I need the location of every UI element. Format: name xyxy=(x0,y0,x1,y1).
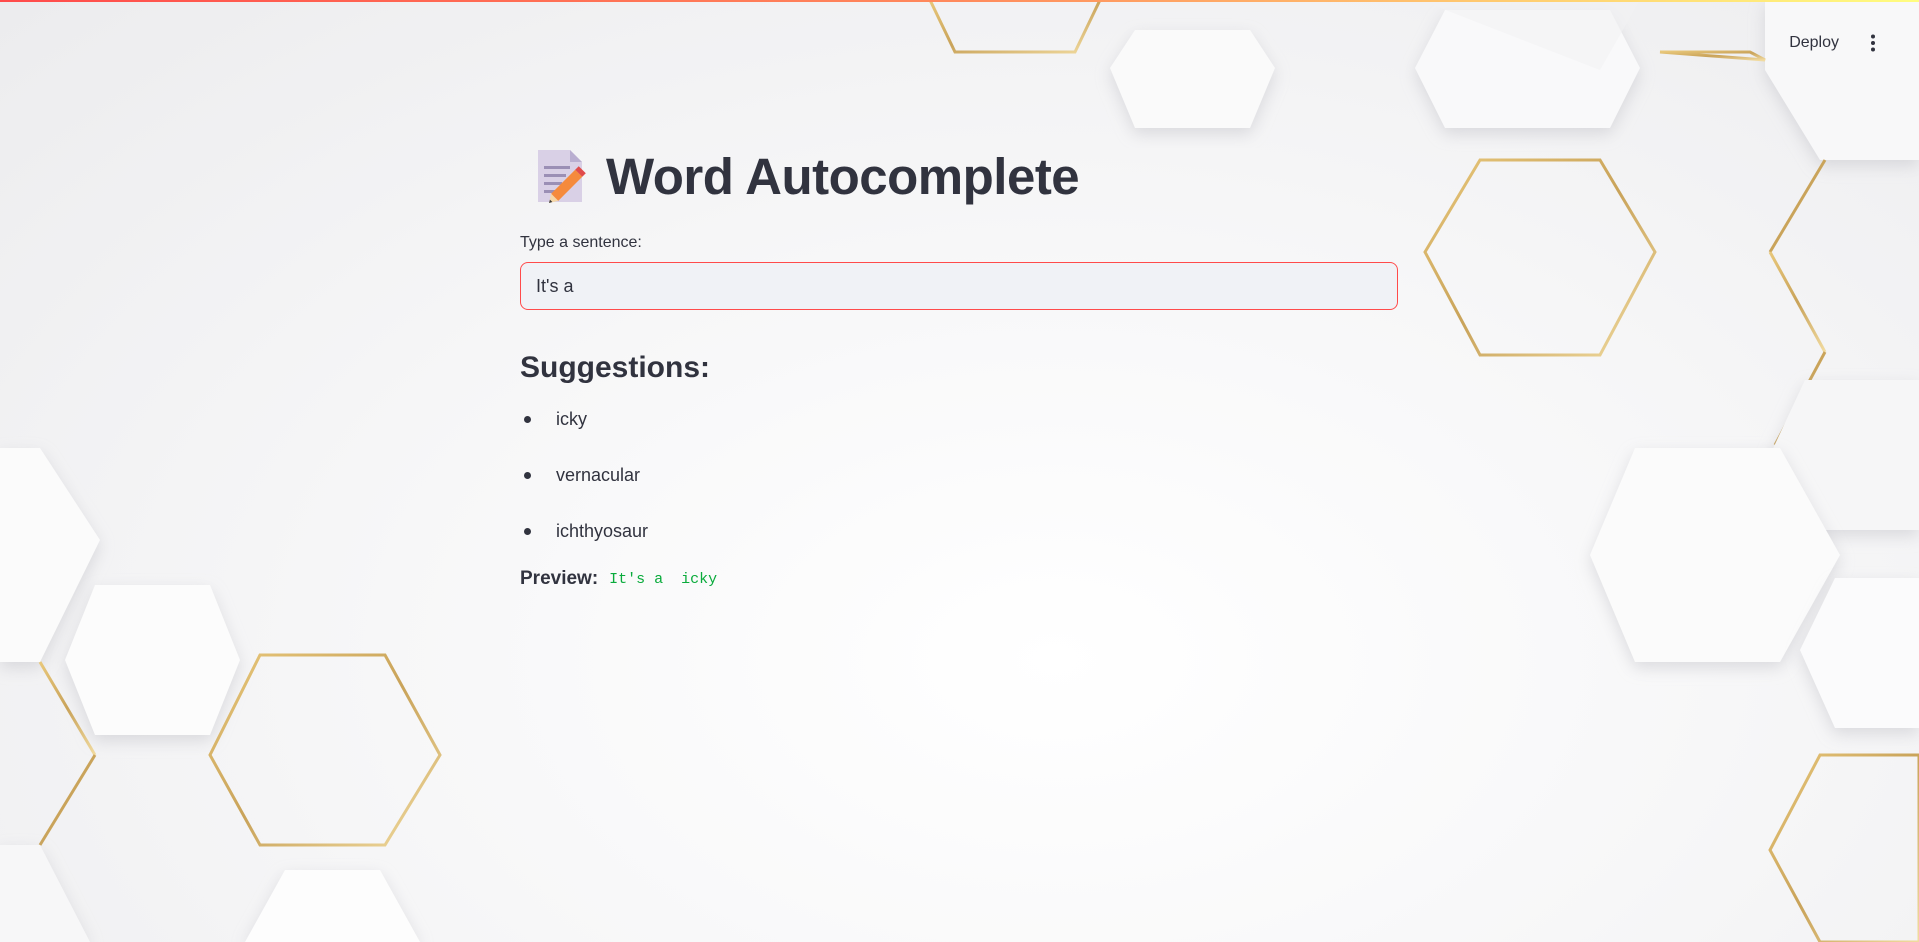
vertical-dots-icon xyxy=(1871,34,1875,52)
suggestions-list: icky vernacular ichthyosaur xyxy=(520,404,1400,572)
page-title: Word Autocomplete xyxy=(606,147,1080,205)
bullet-icon xyxy=(524,528,531,535)
sentence-input[interactable] xyxy=(520,262,1398,310)
suggestion-text: ichthyosaur xyxy=(556,521,649,541)
title-row: Word Autocomplete xyxy=(520,140,1400,212)
bullet-icon xyxy=(524,472,531,479)
list-item: icky xyxy=(520,404,1400,460)
app-header: Deploy xyxy=(0,0,1919,86)
preview-code: It's a icky xyxy=(609,570,718,588)
deploy-button[interactable]: Deploy xyxy=(1781,28,1847,58)
suggestion-text: icky xyxy=(556,409,587,429)
suggestions-heading: Suggestions: xyxy=(520,351,711,384)
sentence-input-label: Type a sentence: xyxy=(520,234,642,251)
list-item: ichthyosaur xyxy=(520,516,1400,572)
suggestion-text: vernacular xyxy=(556,465,641,485)
memo-emoji-icon xyxy=(538,150,586,203)
main-content: Word Autocomplete Type a sentence: Sugge… xyxy=(520,140,1400,594)
list-item: vernacular xyxy=(520,460,1400,516)
main-menu-button[interactable] xyxy=(1863,28,1883,58)
top-decoration-bar xyxy=(0,0,1919,2)
bullet-icon xyxy=(524,416,531,423)
